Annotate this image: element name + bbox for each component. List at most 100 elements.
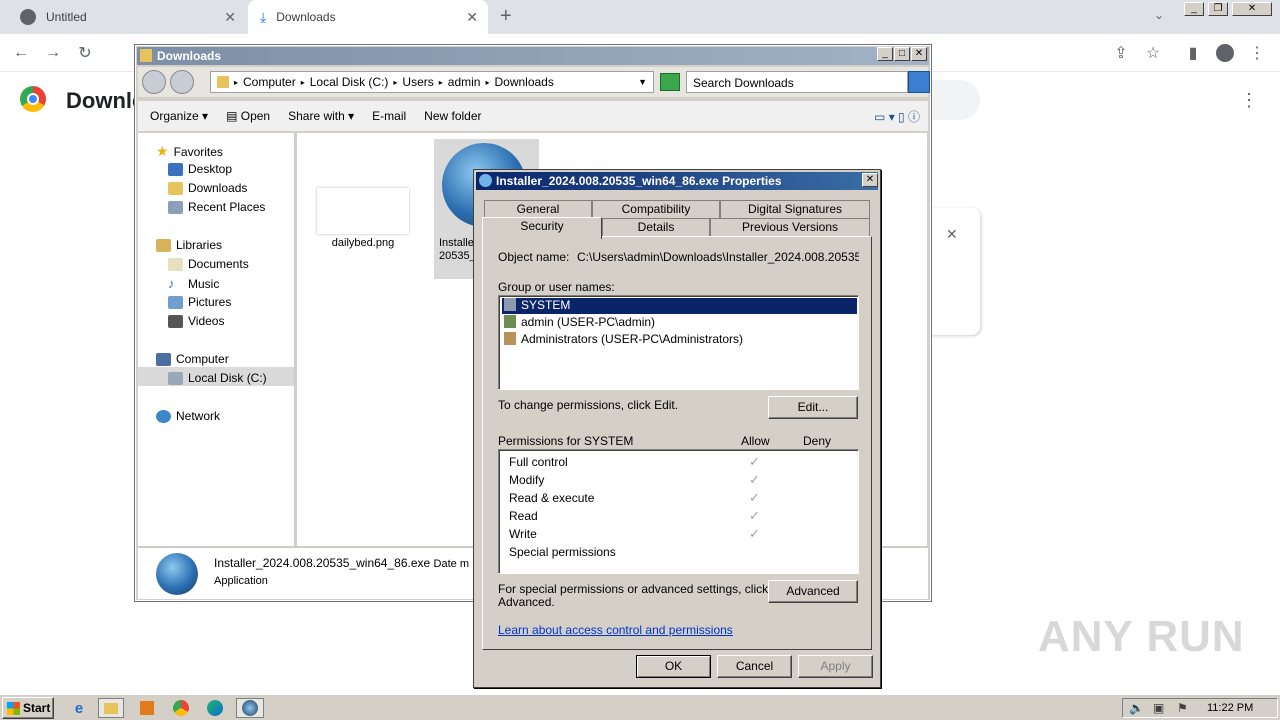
tab-untitled[interactable]: Untitled ✕	[8, 0, 246, 34]
open-button[interactable]: ▤ Open	[217, 109, 279, 123]
user-row-admin[interactable]: admin (USER-PC\admin)	[504, 315, 655, 329]
dropdown-icon[interactable]: ▼	[638, 77, 647, 87]
edit-button[interactable]: Edit...	[768, 396, 858, 419]
ie-icon[interactable]: e	[68, 698, 90, 718]
nav-favorites[interactable]: ★ Favorites	[156, 143, 223, 160]
menu-icon[interactable]: ⋮	[1246, 42, 1268, 64]
new-tab-button[interactable]: +	[500, 5, 512, 28]
close-button[interactable]: ✕	[862, 173, 878, 187]
network-tray-icon[interactable]: ▣	[1153, 701, 1164, 715]
system-tray: 🔈 ▣ ⚑ 11:22 PM	[1122, 698, 1278, 718]
tab-search-icon[interactable]: ⌄	[1154, 8, 1164, 22]
minimize-button[interactable]: _	[877, 47, 893, 61]
nav-network[interactable]: Network	[156, 409, 220, 423]
tab-downloads[interactable]: ⤓ Downloads ✕	[248, 0, 488, 34]
file-name[interactable]: dailybed.png	[317, 237, 409, 249]
nav-desktop[interactable]: Desktop	[168, 162, 232, 176]
back-icon[interactable]	[142, 70, 166, 94]
breadcrumb-local-disk[interactable]: Local Disk (C:)	[310, 75, 389, 89]
back-icon[interactable]: ←	[10, 42, 32, 64]
change-permissions-text: To change permissions, click Edit.	[498, 398, 679, 412]
minimize-button[interactable]: _	[1184, 2, 1204, 16]
windows-logo-icon	[7, 702, 20, 715]
media-player-icon[interactable]	[136, 698, 158, 718]
start-button[interactable]: Start	[2, 697, 54, 719]
restore-button[interactable]: ❐	[1208, 2, 1228, 16]
view-options-icons[interactable]: ▭ ▾ ▯ ⓘ	[874, 108, 920, 125]
tab-general[interactable]: General	[484, 200, 592, 218]
nav-local-disk[interactable]: Local Disk (C:)	[168, 371, 267, 385]
close-button[interactable]: ✕	[911, 47, 927, 61]
forward-icon[interactable]: →	[42, 42, 64, 64]
tab-digital-signatures[interactable]: Digital Signatures	[720, 200, 870, 218]
breadcrumb-users[interactable]: Users	[402, 75, 433, 89]
nav-downloads[interactable]: Downloads	[168, 181, 247, 195]
nav-recent-places[interactable]: Recent Places	[168, 200, 265, 214]
libraries-icon	[156, 238, 171, 252]
forward-icon[interactable]	[170, 70, 194, 94]
object-name-value: C:\Users\admin\Downloads\Installer_2024.…	[577, 250, 859, 264]
tab-compatibility[interactable]: Compatibility	[592, 200, 720, 218]
nav-computer[interactable]: Computer	[156, 352, 229, 366]
installer-taskbar-icon[interactable]	[236, 698, 264, 718]
organize-button[interactable]: Organize ▾	[138, 109, 217, 123]
close-icon[interactable]: ✕	[224, 9, 236, 26]
check-icon: ✓	[749, 472, 760, 487]
edge-icon[interactable]	[204, 698, 226, 718]
image-thumbnail[interactable]	[317, 188, 409, 234]
nav-music[interactable]: ♪ Music	[168, 276, 219, 291]
apply-button[interactable]: Apply	[798, 655, 873, 678]
learn-more-link[interactable]: Learn about access control and permissio…	[498, 623, 733, 637]
details-filename: Installer_2024.008.20535_win64_86.exe Da…	[214, 556, 469, 570]
share-icon[interactable]: ⇪	[1110, 42, 1132, 64]
permission-row: Special permissions	[509, 545, 616, 559]
address-row: ▸ Computer ▸ Local Disk (C:) ▸ Users ▸ admi…	[138, 67, 930, 97]
address-bar[interactable]: ▸ Computer ▸ Local Disk (C:) ▸ Users ▸ admi…	[210, 71, 654, 93]
clock[interactable]: 11:22 PM	[1207, 702, 1253, 714]
ok-button[interactable]: OK	[636, 655, 711, 678]
search-downloads-field[interactable]	[930, 80, 980, 120]
nav-libraries[interactable]: Libraries	[156, 238, 222, 252]
more-icon[interactable]: ⋮	[1240, 90, 1258, 111]
nav-pictures[interactable]: Pictures	[168, 295, 231, 309]
chrome-icon[interactable]	[170, 698, 192, 718]
side-panel-icon[interactable]: ▮	[1182, 42, 1204, 64]
refresh-icon[interactable]	[660, 73, 680, 91]
share-with-button[interactable]: Share with ▾	[279, 109, 363, 123]
installer-globe-icon	[156, 553, 198, 595]
nav-videos[interactable]: Videos	[168, 314, 224, 328]
explorer-taskbar-icon[interactable]	[98, 698, 124, 718]
desktop-icon	[168, 162, 183, 176]
new-folder-button[interactable]: New folder	[415, 109, 490, 123]
user-row-administrators[interactable]: Administrators (USER-PC\Administrators)	[504, 332, 743, 346]
maximize-button[interactable]: □	[894, 47, 910, 61]
cancel-button[interactable]: Cancel	[717, 655, 792, 678]
star-icon[interactable]: ☆	[1142, 42, 1164, 64]
permission-list[interactable]: Full control ✓ Modify ✓ Read & execute ✓ Re…	[498, 449, 859, 574]
reload-icon[interactable]: ↻	[74, 42, 96, 64]
user-list[interactable]: SYSTEM admin (USER-PC\admin) Administrat…	[498, 295, 859, 390]
email-button[interactable]: E-mail	[363, 109, 415, 123]
users-icon	[504, 332, 516, 345]
advanced-button[interactable]: Advanced	[768, 580, 858, 603]
profile-icon[interactable]	[1214, 42, 1236, 64]
remove-icon[interactable]: ✕	[946, 226, 958, 243]
user-row-system[interactable]: SYSTEM	[504, 298, 570, 312]
flag-icon[interactable]: ⚑	[1177, 701, 1188, 715]
tab-previous-versions[interactable]: Previous Versions	[710, 218, 870, 236]
search-icon[interactable]	[908, 71, 930, 93]
search-input[interactable]: Search Downloads	[686, 71, 908, 93]
tab-security[interactable]: Security	[482, 217, 602, 239]
drive-icon	[168, 371, 183, 385]
breadcrumb-downloads[interactable]: Downloads	[494, 75, 553, 89]
breadcrumb-admin[interactable]: admin	[448, 75, 481, 89]
close-button[interactable]: ✕	[1232, 2, 1272, 16]
tab-title: Downloads	[276, 10, 336, 24]
breadcrumb-computer[interactable]: Computer	[243, 75, 296, 89]
nav-documents[interactable]: Documents	[168, 257, 249, 271]
close-icon[interactable]: ✕	[466, 9, 478, 26]
downloads-folder-icon	[168, 181, 183, 195]
installer-globe-icon	[479, 174, 492, 187]
volume-icon[interactable]: 🔈	[1129, 701, 1144, 715]
tab-details[interactable]: Details	[602, 218, 710, 236]
